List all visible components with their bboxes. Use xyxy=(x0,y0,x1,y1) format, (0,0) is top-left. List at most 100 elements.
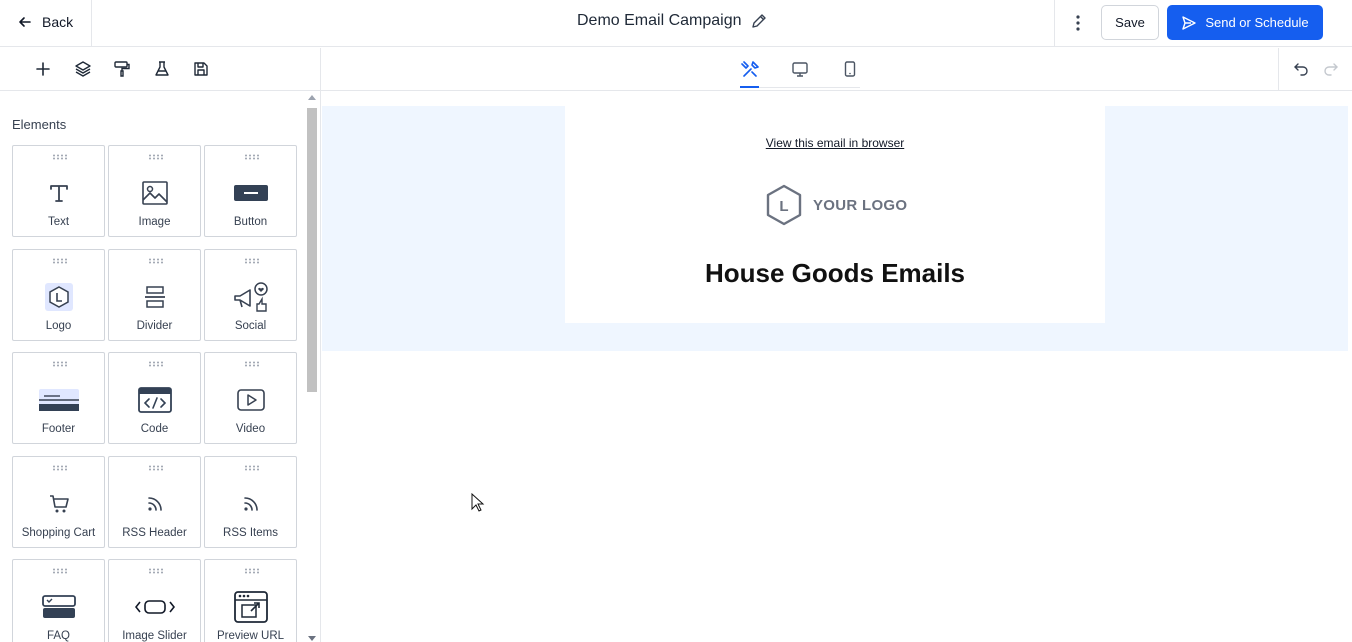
drag-handle-icon xyxy=(149,465,163,471)
image-slider-icon xyxy=(135,590,175,624)
view-in-browser-link[interactable]: View this email in browser xyxy=(565,136,1105,150)
element-label: Logo xyxy=(45,320,72,332)
elements-heading: Elements xyxy=(12,117,67,132)
element-label: Shopping Cart xyxy=(21,527,96,539)
element-label: Text xyxy=(47,216,70,228)
element-label: RSS Header xyxy=(122,527,187,539)
element-tile-rss-header[interactable]: RSS Header xyxy=(108,456,201,548)
email-heading[interactable]: House Goods Emails xyxy=(565,258,1105,289)
drag-handle-icon xyxy=(149,361,163,367)
element-label: RSS Items xyxy=(223,527,278,539)
save-button[interactable]: Save xyxy=(1101,5,1159,40)
rss-icon xyxy=(231,487,271,521)
elements-sidebar: Elements Text Image Button Logo Divider … xyxy=(0,91,321,642)
drag-handle-icon xyxy=(53,361,67,367)
element-label: Social xyxy=(234,320,267,332)
faq-icon xyxy=(39,590,79,624)
paint-roller-icon[interactable] xyxy=(111,58,133,80)
social-icon xyxy=(231,280,271,314)
drag-handle-icon xyxy=(149,568,163,574)
send-label: Send or Schedule xyxy=(1205,15,1309,30)
sidebar-scrollbar[interactable] xyxy=(305,91,319,642)
logo-letter: L xyxy=(779,198,788,215)
more-options-icon[interactable] xyxy=(1068,12,1088,34)
drag-handle-icon xyxy=(245,361,259,367)
email-logo[interactable]: L YOUR LOGO xyxy=(765,184,907,226)
history-controls xyxy=(1278,48,1352,90)
email-content-block[interactable]: View this email in browser L YOUR LOGO H… xyxy=(565,106,1105,323)
divider xyxy=(1054,0,1055,47)
desktop-icon[interactable] xyxy=(789,58,811,80)
element-tile-text[interactable]: Text xyxy=(12,145,105,237)
pencil-icon[interactable] xyxy=(750,12,768,30)
redo-icon[interactable] xyxy=(1323,60,1339,76)
drag-handle-icon xyxy=(149,154,163,160)
element-tile-button[interactable]: Button xyxy=(204,145,297,237)
drag-handle-icon xyxy=(53,258,67,264)
editor-toolbar xyxy=(0,48,321,91)
top-bar: Back Demo Email Campaign Save Send or Sc… xyxy=(0,0,1352,47)
element-tile-image[interactable]: Image xyxy=(108,145,201,237)
preview-url-icon xyxy=(231,590,271,624)
active-tab-indicator xyxy=(740,86,759,88)
drag-handle-icon xyxy=(245,258,259,264)
undo-icon[interactable] xyxy=(1293,60,1309,76)
send-or-schedule-button[interactable]: Send or Schedule xyxy=(1167,5,1323,40)
drag-handle-icon xyxy=(53,465,67,471)
drag-handle-icon xyxy=(53,568,67,574)
element-label: Button xyxy=(233,216,268,228)
element-tile-divider[interactable]: Divider xyxy=(108,249,201,341)
drag-handle-icon xyxy=(149,258,163,264)
element-tile-footer[interactable]: Footer xyxy=(12,352,105,444)
drag-handle-icon xyxy=(245,154,259,160)
element-tile-social[interactable]: Social xyxy=(204,249,297,341)
element-label: Preview URL xyxy=(216,630,285,642)
mouse-cursor-icon xyxy=(471,493,485,512)
drag-handle-icon xyxy=(53,154,67,160)
element-label: Footer xyxy=(41,423,76,435)
scroll-down-arrow-icon[interactable] xyxy=(308,636,316,641)
logo-text: YOUR LOGO xyxy=(813,196,908,214)
button-icon xyxy=(231,176,271,210)
mobile-icon[interactable] xyxy=(839,58,861,80)
code-icon xyxy=(135,383,175,417)
campaign-title: Demo Email Campaign xyxy=(577,12,742,29)
element-tile-shopping-cart[interactable]: Shopping Cart xyxy=(12,456,105,548)
drag-handle-icon xyxy=(245,465,259,471)
back-label: Back xyxy=(42,14,74,30)
element-tile-logo[interactable]: Logo xyxy=(12,249,105,341)
element-label: Image Slider xyxy=(122,630,187,642)
divider xyxy=(91,0,92,47)
element-label: FAQ xyxy=(46,630,70,642)
send-icon xyxy=(1182,15,1197,30)
floppy-disk-icon[interactable] xyxy=(190,58,212,80)
element-tile-code[interactable]: Code xyxy=(108,352,201,444)
hexagon-logo-icon: L xyxy=(766,184,802,226)
rss-icon xyxy=(135,487,175,521)
add-icon[interactable] xyxy=(32,58,54,80)
back-button[interactable]: Back xyxy=(18,10,73,34)
element-tile-faq[interactable]: FAQ xyxy=(12,559,105,642)
element-tile-image-slider[interactable]: Image Slider xyxy=(108,559,201,642)
element-label: Image xyxy=(138,216,171,228)
element-label: Video xyxy=(235,423,266,435)
element-label: Code xyxy=(140,423,169,435)
video-icon xyxy=(231,383,271,417)
element-tile-preview-url[interactable]: Preview URL xyxy=(204,559,297,642)
logo-icon xyxy=(39,280,79,314)
scroll-up-arrow-icon[interactable] xyxy=(308,95,316,100)
layers-icon[interactable] xyxy=(72,58,94,80)
arrow-left-icon xyxy=(19,17,31,27)
flask-icon[interactable] xyxy=(151,58,173,80)
divider xyxy=(321,90,1352,91)
scrollbar-thumb[interactable] xyxy=(307,108,317,392)
campaign-title-group: Demo Email Campaign xyxy=(577,12,768,30)
drag-handle-icon xyxy=(245,568,259,574)
divider-icon xyxy=(135,280,175,314)
footer-icon xyxy=(39,383,79,417)
image-icon xyxy=(135,176,175,210)
element-tile-video[interactable]: Video xyxy=(204,352,297,444)
tools-icon[interactable] xyxy=(740,58,762,80)
text-icon xyxy=(39,176,79,210)
element-tile-rss-items[interactable]: RSS Items xyxy=(204,456,297,548)
